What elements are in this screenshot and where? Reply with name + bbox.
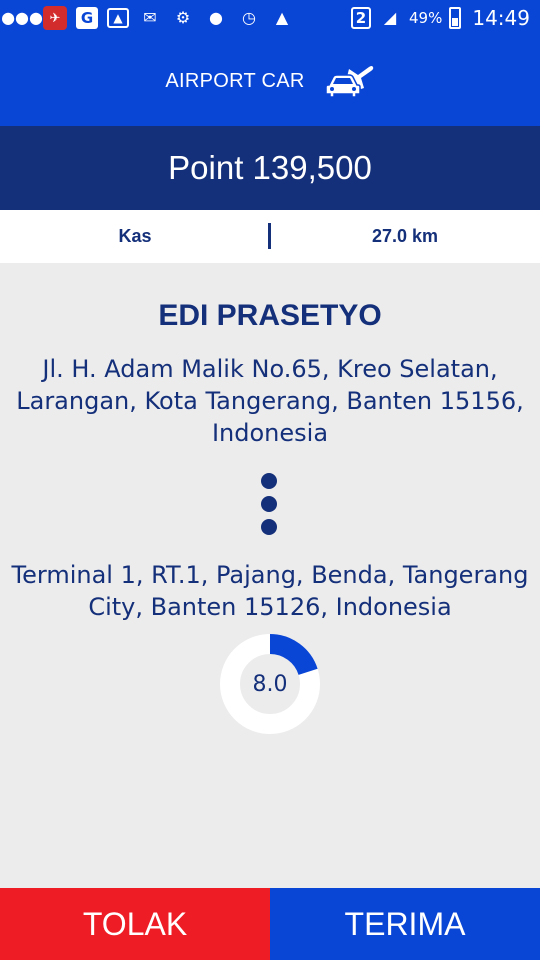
google-icon: G [76, 7, 98, 29]
clock: 14:49 [472, 6, 530, 30]
signal-icon: ◢ [383, 8, 397, 27]
car-airplane-icon [324, 63, 375, 99]
divider [268, 223, 271, 249]
location-icon: ● [209, 8, 223, 27]
accept-button[interactable]: TERIMA [270, 888, 540, 960]
points-value: Point 139,500 [168, 149, 372, 186]
wifi-icon: ▲ [275, 8, 289, 27]
sim-icon: 2 [351, 7, 372, 29]
mail-icon: ✉ [143, 8, 157, 27]
order-details: EDI PRASETYO Jl. H. Adam Malik No.65, Kr… [0, 263, 540, 888]
alarm-icon: ◷ [242, 8, 256, 27]
tractor-icon: ⚙ [175, 8, 191, 27]
battery-percent: 49% [409, 9, 443, 27]
app-icon: ✈ [43, 6, 67, 30]
destination-address: Terminal 1, RT.1, Pajang, Benda, Tangera… [11, 561, 529, 621]
countdown-timer: 8.0 [219, 633, 321, 735]
service-title: AIRPORT CAR [165, 69, 305, 92]
app-header: AIRPORT CAR [0, 36, 540, 126]
reject-button[interactable]: TOLAK [0, 888, 270, 960]
notification-icons: ●●● ✈ G ▲ ✉ ⚙ ● ◷ ▲ [1, 6, 294, 30]
points-banner: Point 139,500 [0, 126, 540, 210]
countdown-value: 8.0 [252, 671, 288, 697]
status-bar: ●●● ✈ G ▲ ✉ ⚙ ● ◷ ▲ 2 ◢ 49% 14:49 [0, 0, 540, 36]
customer-name: EDI PRASETYO [158, 299, 382, 332]
system-status: 2 ◢ 49% 14:49 [351, 6, 530, 30]
pickup-address: Jl. H. Adam Malik No.65, Kreo Selatan, L… [16, 355, 524, 447]
trip-distance: 27.0 km [371, 226, 439, 246]
image-icon: ▲ [107, 8, 129, 28]
trip-info-bar: Kas 27.0 km [0, 210, 540, 263]
route-dots-icon [261, 473, 279, 542]
payment-method: Kas [118, 226, 152, 246]
battery-icon [449, 7, 462, 29]
chat-icon: ●●● [1, 8, 43, 27]
